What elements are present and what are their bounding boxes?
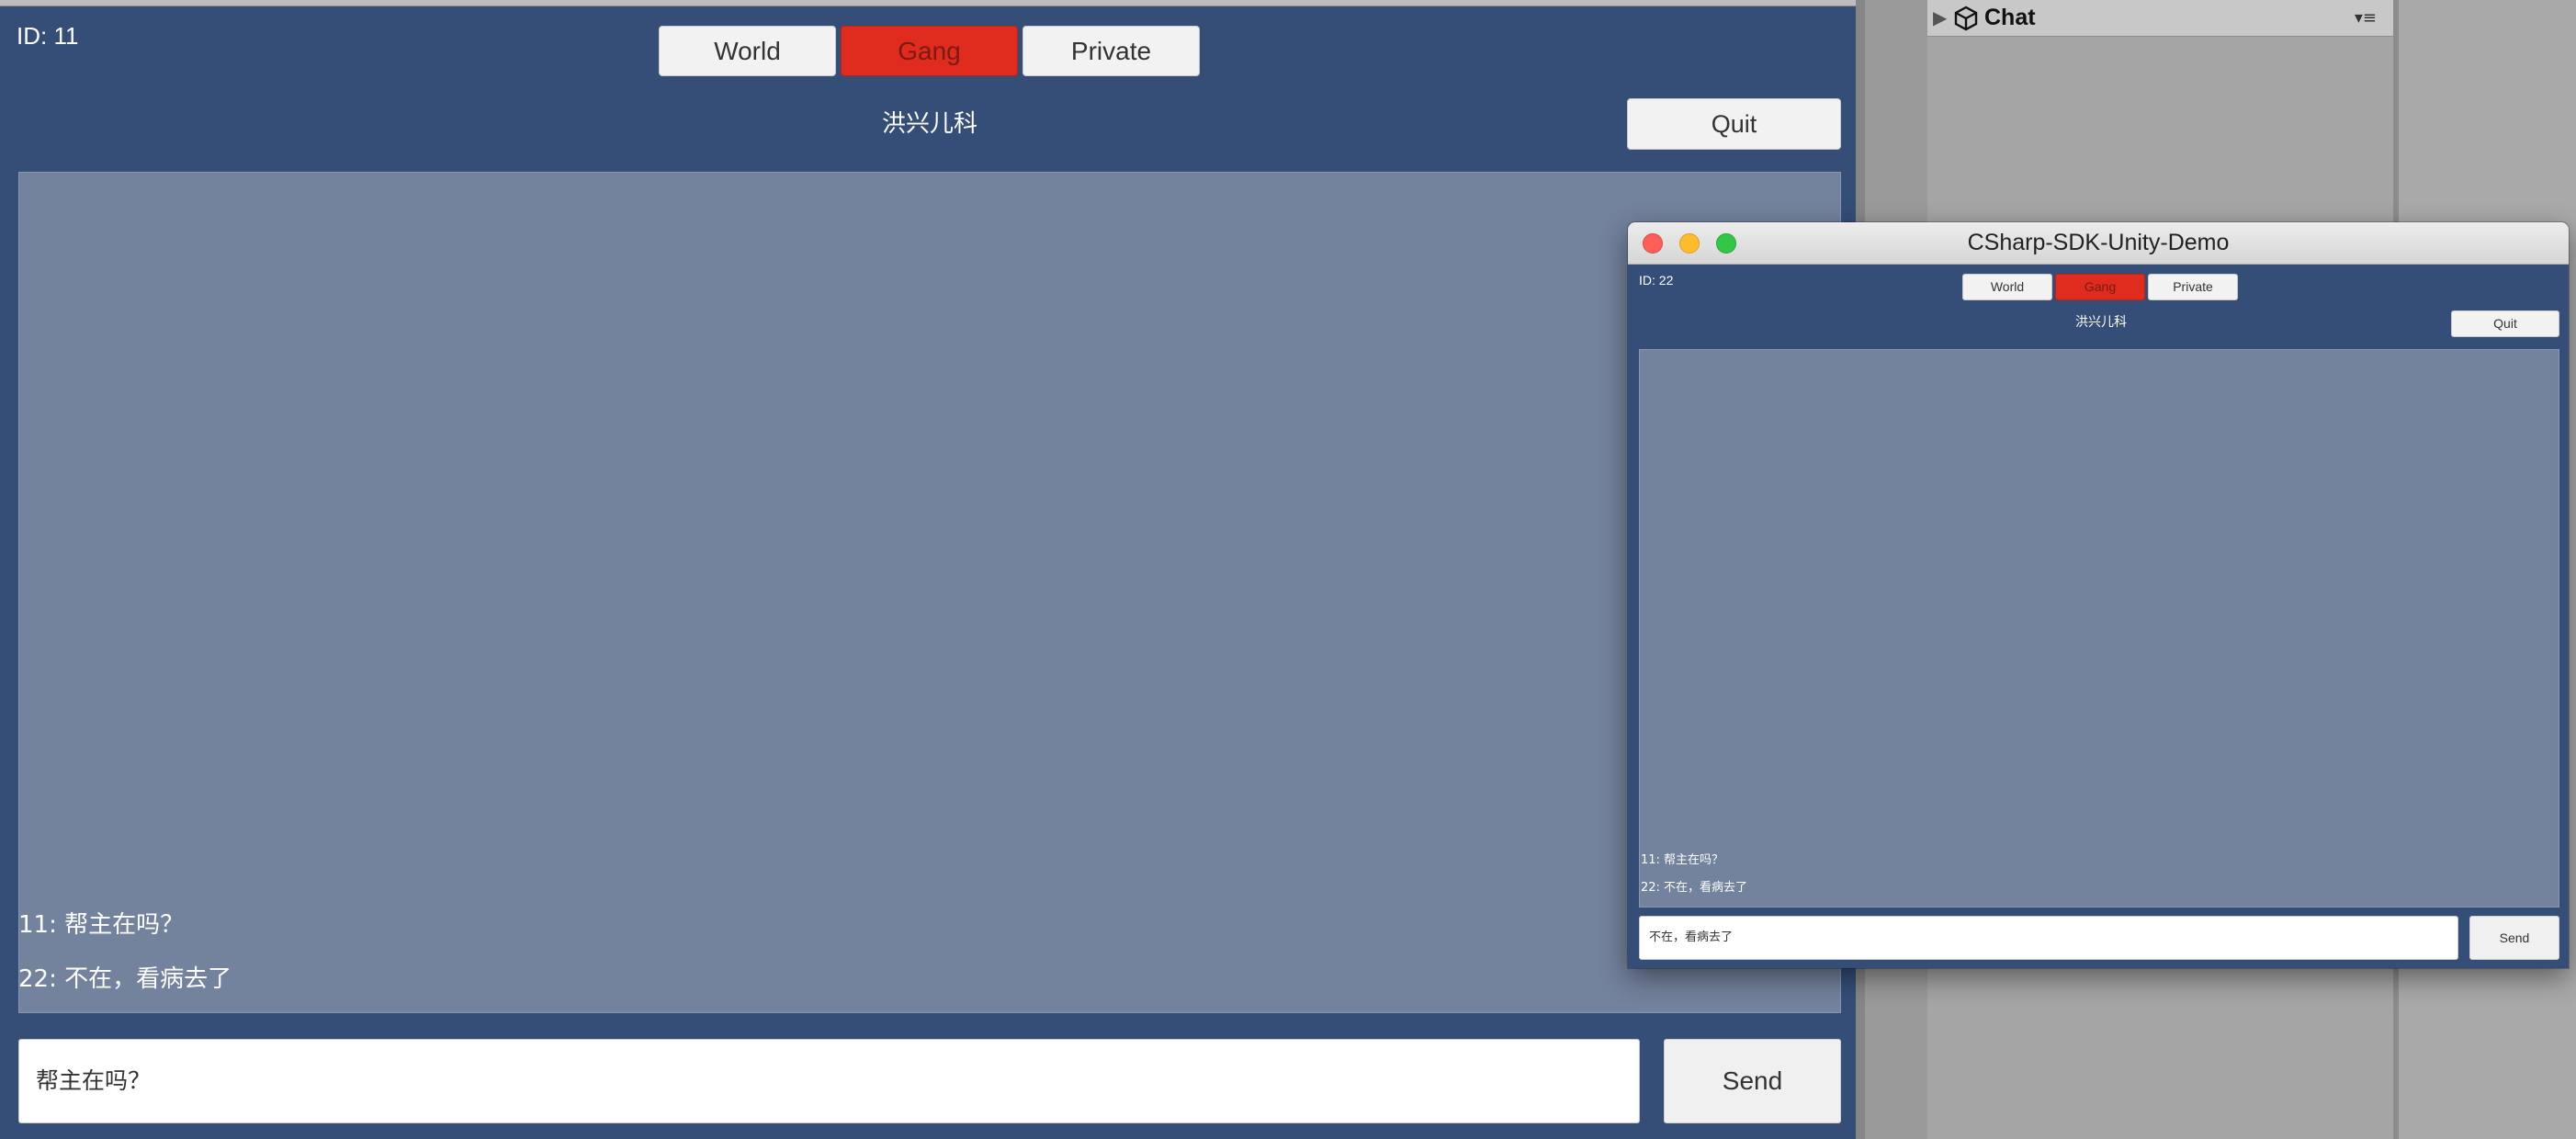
send-button[interactable]: Send [2469,916,2559,960]
window-titlebar[interactable]: CSharp-SDK-Unity-Demo [1628,222,2569,265]
chat-message: 11: 帮主在吗？ [1641,853,1724,867]
hierarchy-scene-row[interactable]: ▶ Chat ▾≡ [1927,0,2393,37]
tab-world[interactable]: World [659,26,836,76]
channel-title: 洪兴儿科 [2075,315,2127,330]
expand-arrow-icon[interactable]: ▶ [1933,6,1947,28]
chat-message: 22: 不在，看病去了 [18,965,232,993]
tab-gang[interactable]: Gang [2055,274,2145,300]
window-title: CSharp-SDK-Unity-Demo [1967,230,2230,255]
demo-client-window: CSharp-SDK-Unity-Demo ID: 22 World Gang … [1628,222,2569,968]
main-game-view: ID: 11 World Gang Private 洪兴儿科 Quit 11: … [0,0,1856,1139]
tab-private[interactable]: Private [2148,274,2238,300]
message-panel[interactable] [1639,349,2559,908]
tab-private[interactable]: Private [1022,26,1200,76]
chat-message: 22: 不在，看病去了 [1641,881,1748,895]
message-input[interactable]: 帮主在吗？ [18,1039,1640,1123]
unity-logo-icon [1954,6,1978,31]
channel-title: 洪兴儿科 [881,110,977,138]
send-button[interactable]: Send [1664,1039,1841,1123]
message-input[interactable]: 不在，看病去了 [1639,916,2458,960]
message-panel[interactable] [18,172,1841,1013]
user-id-label: ID: 11 [17,22,79,50]
top-ruler [0,0,1856,6]
scene-name-label: Chat [1984,5,2036,30]
tab-gang[interactable]: Gang [841,26,1018,76]
tab-world[interactable]: World [1962,274,2052,300]
quit-button[interactable]: Quit [1627,98,1841,150]
chat-message: 11: 帮主在吗？ [18,911,185,939]
dropdown-menu-icon[interactable]: ▾≡ [2355,8,2377,28]
quit-button[interactable]: Quit [2451,310,2559,337]
user-id-label: ID: 22 [1639,273,1674,288]
